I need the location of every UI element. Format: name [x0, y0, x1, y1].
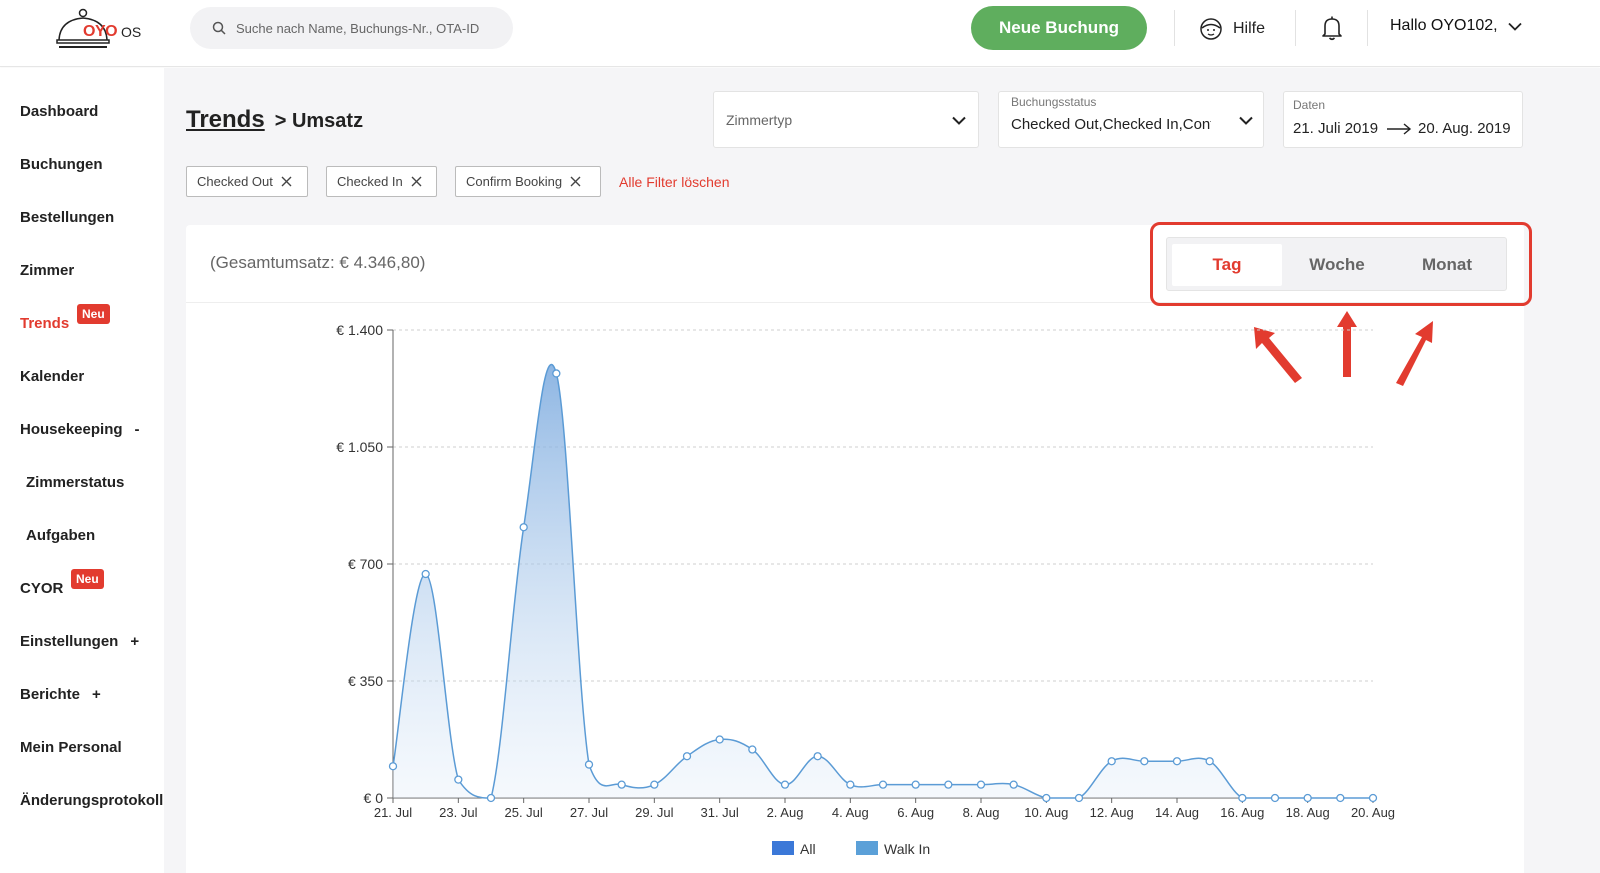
sidebar-item-orders[interactable]: Bestellungen: [20, 209, 114, 226]
top-bar: OYO OS Neue Buchung Hilfe Hallo OYO102,: [0, 0, 1600, 67]
user-greeting: Hallo OYO102,: [1390, 17, 1498, 34]
notification-bell-icon[interactable]: [1320, 15, 1344, 41]
tab-week[interactable]: Woche: [1282, 244, 1392, 286]
sidebar-item-settings[interactable]: Einstellungen +: [20, 633, 139, 650]
chevron-down-icon: [1239, 116, 1253, 125]
new-booking-button[interactable]: Neue Buchung: [971, 6, 1147, 50]
card-header: (Gesamtumsatz: € 4.346,80) Tag Woche Mon…: [186, 225, 1524, 303]
logo-brand: OYO: [83, 23, 118, 40]
expand-icon: +: [130, 633, 140, 650]
help-face-icon: [1200, 18, 1222, 40]
sidebar-item-housekeeping[interactable]: Housekeeping -: [20, 421, 140, 438]
chevron-down-icon: [1507, 22, 1522, 31]
breadcrumb-trends-link[interactable]: Trends: [186, 106, 265, 134]
help-button[interactable]: Hilfe: [1199, 16, 1265, 42]
date-range-label: Daten: [1293, 98, 1326, 112]
tab-day[interactable]: Tag: [1172, 244, 1282, 286]
tab-month[interactable]: Monat: [1392, 244, 1502, 286]
filter-chip-confirm-booking: Confirm Booking: [455, 166, 601, 197]
chevron-down-icon: [952, 116, 966, 125]
sidebar-item-trends[interactable]: Trends: [20, 315, 69, 332]
sidebar-item-tasks[interactable]: Aufgaben: [26, 527, 95, 544]
sidebar-item-change-log[interactable]: Änderungsprotokoll: [20, 792, 164, 809]
close-icon[interactable]: [281, 176, 292, 187]
sidebar-item-rooms[interactable]: Zimmer: [20, 262, 74, 279]
breadcrumb-current: > Umsatz: [274, 110, 364, 132]
date-range-picker[interactable]: Daten 21. Juli 2019 20. Aug. 2019: [1283, 91, 1523, 148]
sidebar-item-room-status[interactable]: Zimmerstatus: [26, 474, 124, 491]
search-input[interactable]: [236, 18, 501, 38]
search-icon: [212, 21, 226, 35]
divider: [1295, 10, 1296, 46]
booking-status-label: Buchungsstatus: [1011, 95, 1097, 109]
collapse-icon: -: [134, 421, 140, 438]
divider: [1367, 10, 1368, 46]
new-badge: Neu: [71, 569, 104, 589]
filter-chip-checked-out: Checked Out: [186, 166, 308, 197]
new-badge: Neu: [77, 304, 110, 324]
date-to: 20. Aug. 2019: [1418, 120, 1511, 137]
booking-status-select[interactable]: Buchungsstatus Checked Out,Checked In,Co…: [998, 91, 1264, 148]
sidebar-item-dashboard[interactable]: Dashboard: [20, 103, 98, 120]
sidebar-item-cyor[interactable]: CYOR: [20, 580, 63, 597]
search-box[interactable]: [190, 7, 513, 49]
clear-filters-link[interactable]: Alle Filter löschen: [619, 174, 730, 190]
booking-status-value: Checked Out,Checked In,Confirm Booking: [1011, 116, 1211, 133]
room-type-placeholder: Zimmertyp: [726, 112, 793, 128]
sidebar-item-reports[interactable]: Berichte +: [20, 686, 101, 703]
date-from: 21. Juli 2019: [1293, 120, 1379, 137]
close-icon[interactable]: [570, 176, 581, 187]
sidebar-item-my-staff[interactable]: Mein Personal: [20, 739, 122, 756]
revenue-card: (Gesamtumsatz: € 4.346,80) Tag Woche Mon…: [186, 225, 1524, 873]
user-menu[interactable]: Hallo OYO102,: [1390, 17, 1522, 35]
total-revenue: (Gesamtumsatz: € 4.346,80): [210, 253, 426, 272]
sidebar-item-calendar[interactable]: Kalender: [20, 368, 84, 385]
main-content: Trends > Umsatz Zimmertyp Buchungsstatus…: [164, 68, 1600, 873]
help-label: Hilfe: [1233, 20, 1266, 37]
filter-chip-checked-in: Checked In: [326, 166, 437, 197]
granularity-toggle: Tag Woche Monat: [1166, 237, 1507, 291]
expand-icon: +: [92, 686, 101, 703]
room-type-select[interactable]: Zimmertyp: [713, 91, 979, 148]
divider: [1174, 10, 1175, 46]
close-icon[interactable]: [411, 176, 422, 187]
arrow-right-icon: [1387, 123, 1412, 135]
breadcrumb: Trends > Umsatz: [186, 106, 363, 134]
sidebar-item-bookings[interactable]: Buchungen: [20, 156, 103, 173]
logo-suffix: OS: [121, 24, 142, 40]
